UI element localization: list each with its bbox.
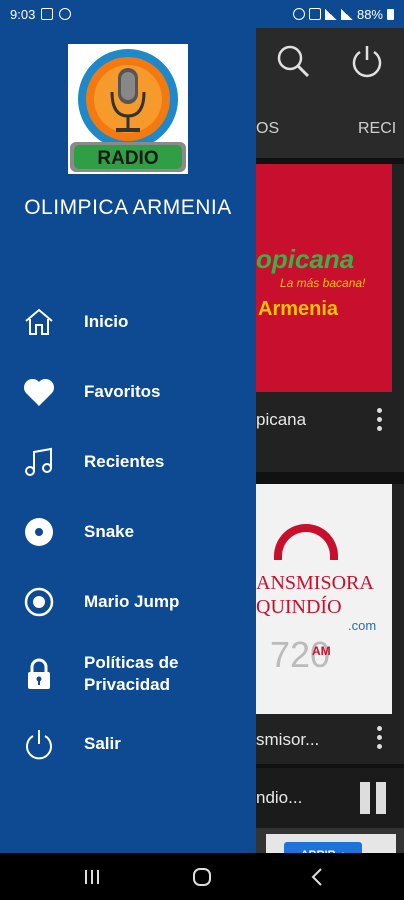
pause-icon[interactable] <box>360 782 386 814</box>
mute-icon <box>308 8 321 20</box>
back-icon[interactable] <box>306 865 330 889</box>
station-logo-image: ANSMISORA QUINDÍO .com 720 AM <box>256 484 392 714</box>
music-note-icon <box>25 447 52 476</box>
menu-item-snake[interactable]: Snake <box>0 502 256 562</box>
menu-item-favoritos[interactable]: Favoritos <box>0 362 256 422</box>
power-icon[interactable] <box>350 44 384 78</box>
station-card[interactable]: ANSMISORA QUINDÍO .com 720 AM smisor... <box>256 484 404 764</box>
search-icon[interactable] <box>276 44 310 78</box>
recent-apps-icon[interactable] <box>80 865 104 889</box>
menu-item-mario-jump[interactable]: Mario Jump <box>0 572 256 632</box>
more-options-icon[interactable] <box>374 408 384 431</box>
mini-player[interactable]: ndio... <box>256 768 404 828</box>
more-options-icon[interactable] <box>374 726 384 749</box>
menu-label: Favoritos <box>84 382 161 401</box>
station-title: smisor... <box>256 730 320 749</box>
logo-line-2: QUINDÍO <box>256 596 342 618</box>
app-notification-icon <box>59 8 72 20</box>
tab-partial-1[interactable]: OS <box>256 120 279 138</box>
navigation-drawer: RADIO OLIMPICA ARMENIA Inicio Favoritos … <box>0 28 256 853</box>
logo-subtext: La más bacana! <box>280 276 366 290</box>
tab-partial-2[interactable]: RECI <box>358 120 396 138</box>
battery-icon <box>387 8 394 20</box>
app-title: OLIMPICA ARMENIA <box>24 196 232 219</box>
link-icon <box>292 8 305 20</box>
menu-label: Snake <box>84 522 135 541</box>
station-logo-image: opicana La más bacana! Armenia <box>256 164 392 392</box>
station-card[interactable]: opicana La más bacana! Armenia picana <box>256 164 404 472</box>
logo-text: opicana <box>256 244 355 274</box>
logo-line-1: ANSMISORA <box>256 572 374 594</box>
lock-icon <box>28 658 50 689</box>
gallery-notification-icon <box>41 8 54 20</box>
power-icon <box>26 730 52 760</box>
home-button-icon[interactable] <box>190 865 214 889</box>
menu-label: Salir <box>84 734 121 753</box>
home-icon <box>25 308 53 335</box>
status-time: 9:03 <box>10 6 36 22</box>
wifi-icon <box>324 8 337 20</box>
logo-arc <box>274 524 338 560</box>
logo-city: Armenia <box>258 298 339 320</box>
heart-icon <box>23 378 55 406</box>
menu-label: Mario Jump <box>84 592 180 611</box>
system-navigation-bar <box>0 853 404 900</box>
signal-icon <box>340 8 353 20</box>
logo-label: RADIO <box>97 148 158 169</box>
radio-logo: RADIO <box>68 44 188 174</box>
menu-label: Inicio <box>84 312 129 331</box>
menu-item-politicas[interactable]: Políticas de Privacidad <box>0 642 256 706</box>
menu-label: Recientes <box>84 452 165 471</box>
status-bar: 9:03 88% <box>0 0 404 28</box>
logo-domain: .com <box>348 618 377 633</box>
station-title: picana <box>256 410 307 429</box>
logo-band: AM <box>312 644 331 658</box>
menu-item-recientes[interactable]: Recientes <box>0 432 256 492</box>
mini-player-title: ndio... <box>256 788 303 807</box>
menu-item-salir[interactable]: Salir <box>0 714 256 774</box>
target-icon <box>24 587 54 617</box>
menu-label: Políticas de Privacidad <box>84 653 179 694</box>
disc-icon <box>25 518 53 546</box>
battery-percent: 88% <box>356 6 383 22</box>
menu-item-inicio[interactable]: Inicio <box>0 292 256 352</box>
